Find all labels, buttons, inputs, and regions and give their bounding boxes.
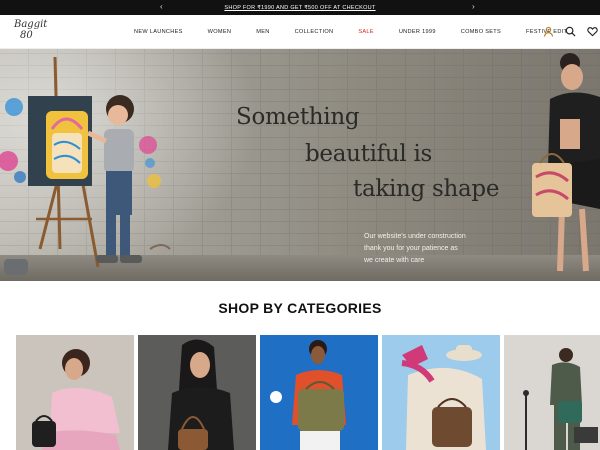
hero-subtext: Our website's under construction thank y… [364,231,504,267]
category-carousel [16,335,600,450]
main-nav: NEW LAUNCHES WOMEN MEN COLLECTION SALE U… [134,15,592,49]
hero-subtext-line-2: thank you for your patience as [364,245,458,252]
category-tile-2[interactable] [138,335,256,450]
category-tile-3-image [260,335,378,450]
nav-item-new-launches[interactable]: NEW LAUNCHES [134,29,183,35]
hero-headline-line-2: beautiful is [305,141,433,167]
section-title-shop-by-categories: SHOP BY CATEGORIES [218,300,382,316]
nav-item-combo-sets[interactable]: COMBO SETS [461,29,501,35]
hero-painting-illustration [0,56,171,275]
chevron-right-icon[interactable]: › [472,2,475,11]
header-icons [534,23,600,39]
account-icon[interactable] [540,23,556,39]
category-tile-5[interactable] [504,335,600,450]
nav-item-sale[interactable]: SALE [358,29,374,35]
chevron-left-icon[interactable]: ‹ [160,2,163,11]
hero-banner[interactable]: Something beautiful is taking shape Our … [0,49,600,281]
logo-line-1: Baggit [14,19,48,30]
category-tile-3[interactable] [260,335,378,450]
site-header: Baggit 80 NEW LAUNCHES WOMEN MEN COLLECT… [0,15,600,49]
hero-subtext-line-1: Our website's under construction [364,233,466,240]
category-tile-1[interactable] [16,335,134,450]
logo-line-2: 80 [20,30,33,41]
brand-logo[interactable]: Baggit 80 [14,19,48,45]
hero-model-illustration [532,53,600,272]
wishlist-icon[interactable] [584,23,600,39]
category-tile-5-image [504,335,600,450]
hero-headline-line-1: Something [236,104,360,130]
hero-subtext-line-3: we create with care [364,257,425,264]
nav-item-women[interactable]: WOMEN [208,29,232,35]
announcement-bar: ‹ SHOP FOR ₹1990 AND GET ₹500 OFF AT CHE… [0,0,600,15]
nav-item-men[interactable]: MEN [256,29,269,35]
category-tile-2-image [138,335,256,450]
nav-item-under-1999[interactable]: UNDER 1999 [399,29,436,35]
hero-headline-line-3: taking shape [353,176,500,202]
category-tile-4[interactable] [382,335,500,450]
announcement-message[interactable]: SHOP FOR ₹1990 AND GET ₹500 OFF AT CHECK… [224,5,375,11]
category-tile-1-image [16,335,134,450]
category-tile-4-image [382,335,500,450]
search-icon[interactable] [562,23,578,39]
nav-item-collection[interactable]: COLLECTION [295,29,334,35]
